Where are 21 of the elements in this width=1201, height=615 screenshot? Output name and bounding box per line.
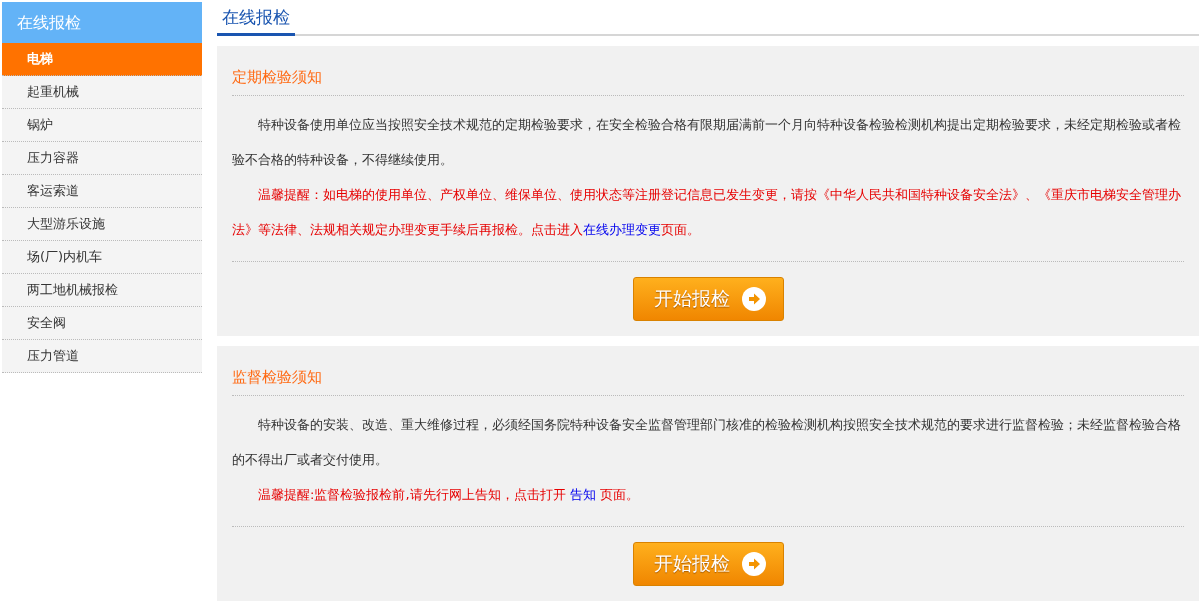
- sidebar-item[interactable]: 压力管道: [2, 340, 202, 373]
- sidebar-item[interactable]: 客运索道: [2, 175, 202, 208]
- sidebar-item[interactable]: 两工地机械报检: [2, 274, 202, 307]
- sidebar-item[interactable]: 安全阀: [2, 307, 202, 340]
- link[interactable]: 在线办理变更: [583, 222, 661, 237]
- sidebar-item[interactable]: 压力容器: [2, 142, 202, 175]
- arrow-right-icon: [741, 552, 766, 576]
- notice-text: 特种设备使用单位应当按照安全技术规范的定期检验要求，在安全检验合格有限期届满前一个月向特种设备检验检测机构提出定期检验要求，未经定期检验或者检验不合格的特种设备，不得继续使用。: [232, 116, 1182, 169]
- reminder-text: 温馨提醒:监督检验报检前,请先行网上告知，点击打开 告知 页面。: [257, 486, 640, 504]
- sidebar-item[interactable]: 起重机械: [2, 76, 202, 109]
- page-tab[interactable]: 在线报检: [217, 2, 295, 36]
- arrow-right-icon: [741, 287, 766, 311]
- link[interactable]: 告知: [569, 487, 596, 502]
- sidebar-item[interactable]: 大型游乐设施: [2, 208, 202, 241]
- notice-title: 监督检验须知: [232, 346, 1184, 396]
- reminder-text: 温馨提醒：如电梯的使用单位、产权单位、维保单位、使用状态等注册登记信息已发生变更，请按《中华人民共和国特种设备安全法》、《重庆市电梯安全管理办法》等法律、法规相关规定办理变更手续后再报检。点击进入在线办理变更页面。: [232, 186, 1182, 239]
- sidebar-item[interactable]: 锅炉: [2, 109, 202, 142]
- notice-title: 定期检验须知: [232, 46, 1184, 96]
- notice-text: 特种设备的安装、改造、重大维修过程，必须经国务院特种设备安全监督管理部门核准的检验检测机构按照安全技术规范的要求进行监督检验；未经监督检验合格的不得出厂或者交付使用。: [232, 416, 1182, 469]
- sidebar-item[interactable]: 场(厂)内机车: [2, 241, 202, 274]
- sidebar-title: 在线报检: [2, 2, 202, 43]
